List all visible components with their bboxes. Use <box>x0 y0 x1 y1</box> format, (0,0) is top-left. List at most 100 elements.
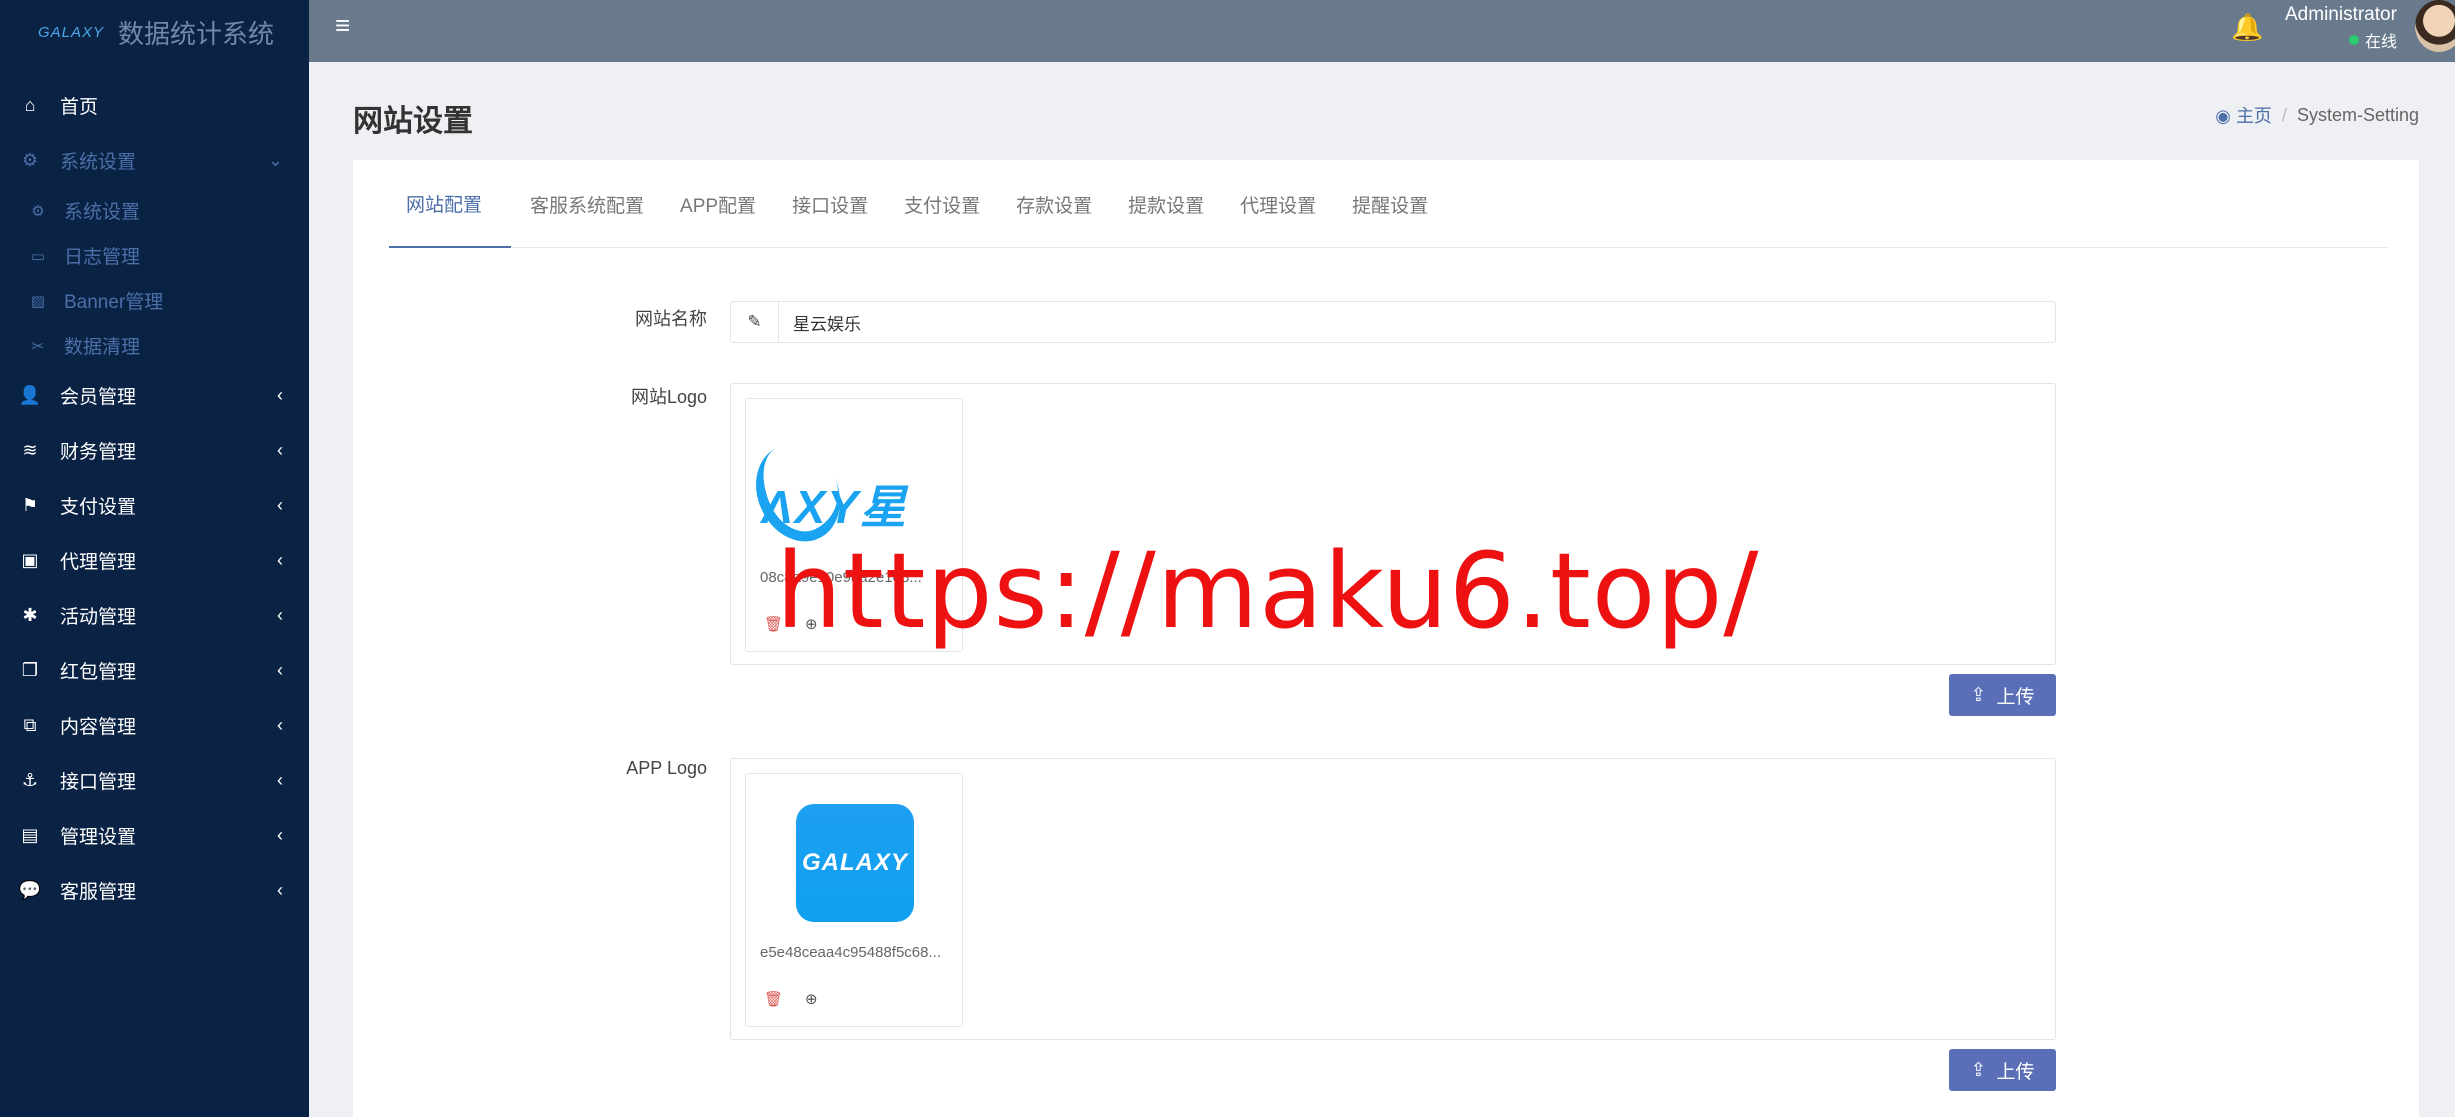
sidebar-item-label: 管理设置 <box>60 827 137 848</box>
app-logo-upload-button[interactable]: ⇪ 上传 <box>1949 1049 2056 1091</box>
chevron-left-icon: ‹ <box>277 880 283 900</box>
bookmark-icon: ⚑ <box>21 495 39 515</box>
sidebar-item-home[interactable]: ⌂ 首页 <box>0 78 309 133</box>
tab-customer-service-config[interactable]: 客服系统配置 <box>513 160 661 248</box>
sidebar-subitem-system-settings[interactable]: ⚙ 系统设置 <box>0 188 309 233</box>
breadcrumb-current: System-Setting <box>2296 104 2419 125</box>
sidebar-item-agents[interactable]: ▣ 代理管理 ‹ <box>0 533 309 588</box>
pencil-icon: ✎ <box>731 302 779 342</box>
sidebar-item-label: 支付设置 <box>60 497 137 518</box>
chevron-left-icon: ‹ <box>277 715 283 735</box>
upload-icon: ⇪ <box>1970 1059 1987 1081</box>
sidebar-item-label: 内容管理 <box>60 717 137 738</box>
sidebar-item-customer-service[interactable]: 💬 客服管理 ‹ <box>0 863 309 918</box>
file-icon: ▭ <box>30 247 46 265</box>
brand-title: 数据统计系统 <box>118 18 275 49</box>
sidebar: GALAXY 数据统计系统 ⌂ 首页 ⚙ 系统设置 ⌄ ⚙ 系统设置 ▭ 日志管… <box>0 0 309 1117</box>
tab-reminder-settings[interactable]: 提醒设置 <box>1335 160 1445 248</box>
user-name[interactable]: Administrator <box>2285 4 2397 26</box>
tab-site-config[interactable]: 网站配置 <box>389 160 512 248</box>
breadcrumb-home[interactable]: ◉ 主页 <box>2215 102 2272 128</box>
zoom-in-icon[interactable]: ⊕ <box>805 990 818 1008</box>
settings-tabs: 网站配置 客服系统配置 APP配置 接口设置 支付设置 存款设置 提款设置 代理… <box>389 160 2389 248</box>
site-logo-label: 网站Logo <box>630 387 707 407</box>
clone-icon: ❐ <box>21 660 39 680</box>
sidebar-item-label: 红包管理 <box>60 662 137 683</box>
cogs-icon: ⚙ <box>21 150 39 170</box>
online-dot-icon <box>2349 35 2359 45</box>
site-name-label: 网站名称 <box>635 309 707 329</box>
site-logo-upload-button[interactable]: ⇪ 上传 <box>1949 674 2056 716</box>
chevron-left-icon: ‹ <box>277 550 283 570</box>
user-status: 在线 <box>2349 28 2397 52</box>
sidebar-subitem-label: Banner管理 <box>64 292 164 313</box>
sidebar-subitem-label: 数据清理 <box>64 337 141 358</box>
tab-app-config[interactable]: APP配置 <box>663 160 773 248</box>
upload-icon: ⇪ <box>1970 684 1987 706</box>
sidebar-subitem-label: 日志管理 <box>64 247 141 268</box>
anchor-icon: ⚓ <box>21 770 39 790</box>
chevron-down-icon: ⌄ <box>267 150 283 170</box>
app-logo-thumbnail: GALAXY e5e48ceaa4c95488f5c68... 🗑 ⊕ <box>745 773 963 1027</box>
chevron-left-icon: ‹ <box>277 605 283 625</box>
sidebar-item-label: 代理管理 <box>60 552 137 573</box>
sidebar-item-system-settings[interactable]: ⚙ 系统设置 ⌄ <box>0 133 309 188</box>
tab-agent-settings[interactable]: 代理设置 <box>1223 160 1333 248</box>
sidebar-subitem-data-cleanup[interactable]: ✂ 数据清理 <box>0 323 309 368</box>
avatar[interactable] <box>2415 0 2455 52</box>
sidebar-item-activities[interactable]: ✱ 活动管理 ‹ <box>0 588 309 643</box>
sidebar-item-members[interactable]: 👤 会员管理 ‹ <box>0 368 309 423</box>
brand[interactable]: GALAXY 数据统计系统 <box>0 0 309 64</box>
sidebar-subitem-banner[interactable]: ▨ Banner管理 <box>0 278 309 323</box>
database-icon: ≋ <box>22 440 38 460</box>
sidebar-item-label: 财务管理 <box>60 442 137 463</box>
site-logo-text: ΛXY星 <box>762 481 909 533</box>
app-logo-image: GALAXY <box>758 798 952 928</box>
breadcrumb-home-label: 主页 <box>2235 106 2272 126</box>
site-name-input[interactable] <box>779 303 2055 341</box>
comments-icon: 💬 <box>18 880 42 900</box>
activity-icon: ✱ <box>22 605 38 625</box>
contact-icon: ▣ <box>21 550 39 570</box>
id-card-icon: ▤ <box>21 825 39 845</box>
user-icon: 👤 <box>18 385 42 405</box>
sidebar-item-label: 活动管理 <box>60 607 137 628</box>
tab-interface-settings[interactable]: 接口设置 <box>775 160 885 248</box>
chevron-left-icon: ‹ <box>277 770 283 790</box>
breadcrumb: ◉ 主页 / System-Setting <box>2215 102 2419 128</box>
sidebar-item-label: 会员管理 <box>60 387 137 408</box>
upload-button-label: 上传 <box>1996 686 2035 708</box>
sidebar-item-red-packets[interactable]: ❐ 红包管理 ‹ <box>0 643 309 698</box>
upload-button-label: 上传 <box>1996 1061 2035 1083</box>
app-logo-label: APP Logo <box>626 758 707 778</box>
chevron-left-icon: ‹ <box>277 385 283 405</box>
sidebar-item-payment[interactable]: ⚑ 支付设置 ‹ <box>0 478 309 533</box>
sidebar-item-interfaces[interactable]: ⚓ 接口管理 ‹ <box>0 753 309 808</box>
app-logo-filename: e5e48ceaa4c95488f5c68... <box>760 944 941 961</box>
sidebar-item-label: 首页 <box>60 97 99 118</box>
site-name-field-group: ✎ <box>730 301 2056 343</box>
gear-icon: ⚙ <box>31 202 45 220</box>
chevron-left-icon: ‹ <box>277 660 283 680</box>
chevron-left-icon: ‹ <box>277 495 283 515</box>
tab-payment-settings[interactable]: 支付设置 <box>887 160 997 248</box>
dashboard-icon: ◉ <box>2215 106 2231 126</box>
hamburger-menu-icon[interactable]: ≡ <box>335 10 350 41</box>
sidebar-subitem-label: 系统设置 <box>64 202 141 223</box>
scissors-icon: ✂ <box>31 337 45 355</box>
trash-icon[interactable]: 🗑 <box>764 990 783 1008</box>
app-logo-upload-area[interactable]: GALAXY e5e48ceaa4c95488f5c68... 🗑 ⊕ <box>730 758 2056 1040</box>
sidebar-item-label: 客服管理 <box>60 882 137 903</box>
sidebar-subitem-logs[interactable]: ▭ 日志管理 <box>0 233 309 278</box>
page-title: 网站设置 <box>353 105 473 138</box>
sidebar-item-content[interactable]: ⧉ 内容管理 ‹ <box>0 698 309 753</box>
sidebar-item-admin-settings[interactable]: ▤ 管理设置 ‹ <box>0 808 309 863</box>
bell-icon[interactable]: 🔔 <box>2231 12 2263 43</box>
sidebar-item-finance[interactable]: ≋ 财务管理 ‹ <box>0 423 309 478</box>
watermark-text: https://maku6.top/ <box>776 530 1760 652</box>
tab-deposit-settings[interactable]: 存款设置 <box>999 160 1109 248</box>
breadcrumb-separator: / <box>2281 104 2287 125</box>
tab-withdrawal-settings[interactable]: 提款设置 <box>1111 160 1221 248</box>
chevron-left-icon: ‹ <box>277 440 283 460</box>
home-icon: ⌂ <box>24 95 36 115</box>
